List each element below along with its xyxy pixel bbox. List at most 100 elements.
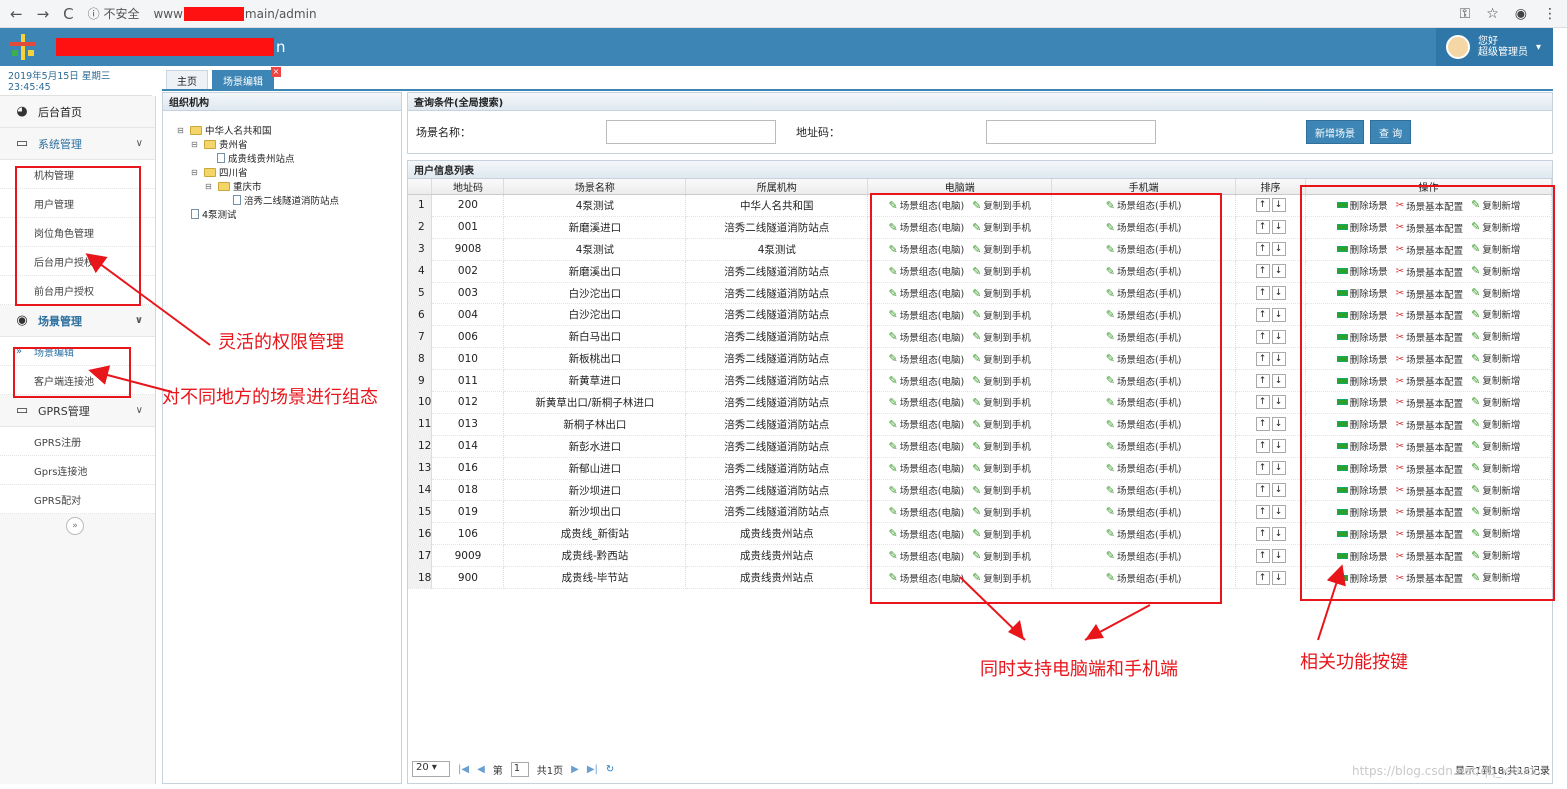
address-code-input[interactable] xyxy=(986,120,1156,144)
prev-page-icon[interactable]: ◀ xyxy=(477,764,485,775)
forward-icon[interactable]: → xyxy=(37,5,50,23)
move-down-button[interactable]: ↓ xyxy=(1271,351,1286,366)
collapse-toggle-icon[interactable]: ⊟ xyxy=(191,140,201,149)
collapse-toggle-icon[interactable]: ⊟ xyxy=(177,126,187,135)
sort-cell: ↑ ↓ xyxy=(1235,303,1307,327)
refresh-icon[interactable]: ↻ xyxy=(606,764,614,775)
move-down-button[interactable]: ↓ xyxy=(1271,373,1286,388)
move-up-button[interactable]: ↑ xyxy=(1255,286,1270,300)
move-down-button[interactable]: ↓ xyxy=(1271,307,1286,322)
collapse-sidebar-button[interactable]: » xyxy=(66,517,84,535)
move-up-button[interactable]: ↑ xyxy=(1255,504,1270,519)
key-icon[interactable]: ⚿ xyxy=(1460,6,1471,22)
tree-node-label: 4泵测试 xyxy=(202,210,237,221)
sidebar-item-gprs-pool[interactable]: Gprs连接池 xyxy=(0,456,155,485)
tree-node[interactable]: ⊟ 四川省 xyxy=(177,165,401,179)
tree-node[interactable]: ⊟ 中华人名共和国 xyxy=(177,123,401,137)
move-up-button[interactable]: ↑ xyxy=(1255,264,1270,279)
browser-menu-icon[interactable]: ⋮ xyxy=(1543,6,1557,22)
move-down-button[interactable]: ↓ xyxy=(1271,504,1286,519)
column-header[interactable]: 地址码 xyxy=(431,179,505,195)
move-up-button[interactable]: ↑ xyxy=(1255,395,1270,410)
address-code-cell: 006 xyxy=(431,325,505,349)
move-down-button[interactable]: ↓ xyxy=(1271,198,1286,213)
back-icon[interactable]: ← xyxy=(10,5,23,23)
collapse-toggle-icon[interactable]: ⊟ xyxy=(191,168,201,177)
row-number: 18 xyxy=(408,566,433,590)
org-cell: 涪秀二线隧道消防站点 xyxy=(685,391,869,414)
move-up-button[interactable]: ↑ xyxy=(1255,548,1270,563)
close-tab-icon[interactable]: × xyxy=(271,67,281,77)
tree-node[interactable]: 涪秀二线隧道消防站点 xyxy=(177,193,401,207)
move-up-button[interactable]: ↑ xyxy=(1255,373,1270,388)
tab-home[interactable]: 主页 xyxy=(166,70,208,90)
next-page-icon[interactable]: ▶ xyxy=(571,764,579,775)
scene-name-input[interactable] xyxy=(606,120,776,144)
move-up-button[interactable]: ↑ xyxy=(1255,351,1270,366)
annotation-scene: 对不同地方的场景进行组态 xyxy=(162,387,378,408)
monitor-icon: ▭ xyxy=(15,403,29,418)
page-total: 共1页 xyxy=(536,765,564,777)
tree-node[interactable]: ⊟ 贵州省 xyxy=(177,137,401,151)
tree-node[interactable]: ⊟ 重庆市 xyxy=(177,179,401,193)
move-up-button[interactable]: ↑ xyxy=(1255,439,1270,454)
move-down-button[interactable]: ↓ xyxy=(1271,461,1286,476)
panel-title: 用户信息列表 xyxy=(408,161,1552,179)
address-bar[interactable]: www main/admin xyxy=(153,6,317,21)
move-down-button[interactable]: ↓ xyxy=(1271,395,1286,410)
sidebar-section-gprs[interactable]: ▭ GPRS管理 ∨ xyxy=(0,395,155,427)
add-scene-button[interactable]: 新增场景 xyxy=(1306,120,1364,144)
tab-scene-edit[interactable]: 场景编辑 × xyxy=(212,67,281,90)
move-down-button[interactable]: ↓ xyxy=(1271,483,1286,498)
last-page-icon[interactable]: ▶| xyxy=(587,764,598,775)
search-button[interactable]: 查 询 xyxy=(1370,120,1412,144)
tree-node-label: 重庆市 xyxy=(233,182,262,193)
org-cell: 4泵测试 xyxy=(685,238,869,261)
column-header[interactable]: 所属机构 xyxy=(685,179,869,195)
user-menu[interactable]: 您好 超级管理员 ▾ xyxy=(1435,28,1553,66)
collapse-toggle-icon[interactable]: ⊟ xyxy=(205,182,215,191)
move-down-button[interactable]: ↓ xyxy=(1271,242,1286,257)
sidebar-section-scene[interactable]: ◉ 场景管理 ∨ xyxy=(0,305,155,337)
app-logo xyxy=(10,34,36,60)
move-down-button[interactable]: ↓ xyxy=(1271,417,1286,432)
move-down-button[interactable]: ↓ xyxy=(1271,329,1286,344)
reload-icon[interactable]: C xyxy=(63,5,73,23)
move-up-button[interactable]: ↑ xyxy=(1255,570,1270,585)
column-header[interactable]: 排序 xyxy=(1235,179,1307,195)
sidebar-item-gprs-pair[interactable]: GPRS配对 xyxy=(0,485,155,514)
move-down-button[interactable]: ↓ xyxy=(1271,286,1286,300)
move-up-button[interactable]: ↑ xyxy=(1255,307,1270,322)
sidebar-item-gprs-register[interactable]: GPRS注册 xyxy=(0,427,155,456)
move-down-button[interactable]: ↓ xyxy=(1271,548,1286,563)
account-icon[interactable]: ◉ xyxy=(1515,6,1527,22)
move-down-button[interactable]: ↓ xyxy=(1271,570,1286,585)
move-up-button[interactable]: ↑ xyxy=(1255,526,1270,541)
bookmark-star-icon[interactable]: ☆ xyxy=(1486,6,1499,22)
scene-name-cell: 新白马出口 xyxy=(503,325,687,349)
address-code-cell: 001 xyxy=(431,216,505,239)
move-down-button[interactable]: ↓ xyxy=(1271,439,1286,454)
tree-node[interactable]: 4泵测试 xyxy=(177,207,401,221)
first-page-icon[interactable]: |◀ xyxy=(458,764,469,775)
move-up-button[interactable]: ↑ xyxy=(1255,220,1270,235)
move-up-button[interactable]: ↑ xyxy=(1255,461,1270,476)
move-up-button[interactable]: ↑ xyxy=(1255,483,1270,498)
move-down-button[interactable]: ↓ xyxy=(1271,220,1286,235)
move-up-button[interactable]: ↑ xyxy=(1255,242,1270,257)
move-up-button[interactable]: ↑ xyxy=(1255,198,1270,213)
insecure-indicator[interactable]: ⓘ 不安全 xyxy=(88,5,140,22)
tree-node[interactable]: 成贵线贵州站点 xyxy=(177,151,401,165)
move-down-button[interactable]: ↓ xyxy=(1271,264,1286,279)
sidebar-item-home[interactable]: ◕ 后台首页 xyxy=(0,96,155,128)
move-up-button[interactable]: ↑ xyxy=(1255,329,1270,344)
move-down-button[interactable]: ↓ xyxy=(1271,526,1286,541)
move-up-button[interactable]: ↑ xyxy=(1255,417,1270,432)
address-code-label: 地址码： xyxy=(796,126,840,139)
sidebar-section-system[interactable]: ▭ 系统管理 ∨ xyxy=(0,128,155,160)
page-number-input[interactable]: 1 xyxy=(510,761,529,777)
address-code-cell: 106 xyxy=(431,522,505,546)
column-header[interactable]: 场景名称 xyxy=(503,179,687,195)
org-cell: 成贵线贵州站点 xyxy=(685,522,869,546)
page-size-select[interactable]: 20 ▾ xyxy=(412,761,450,777)
